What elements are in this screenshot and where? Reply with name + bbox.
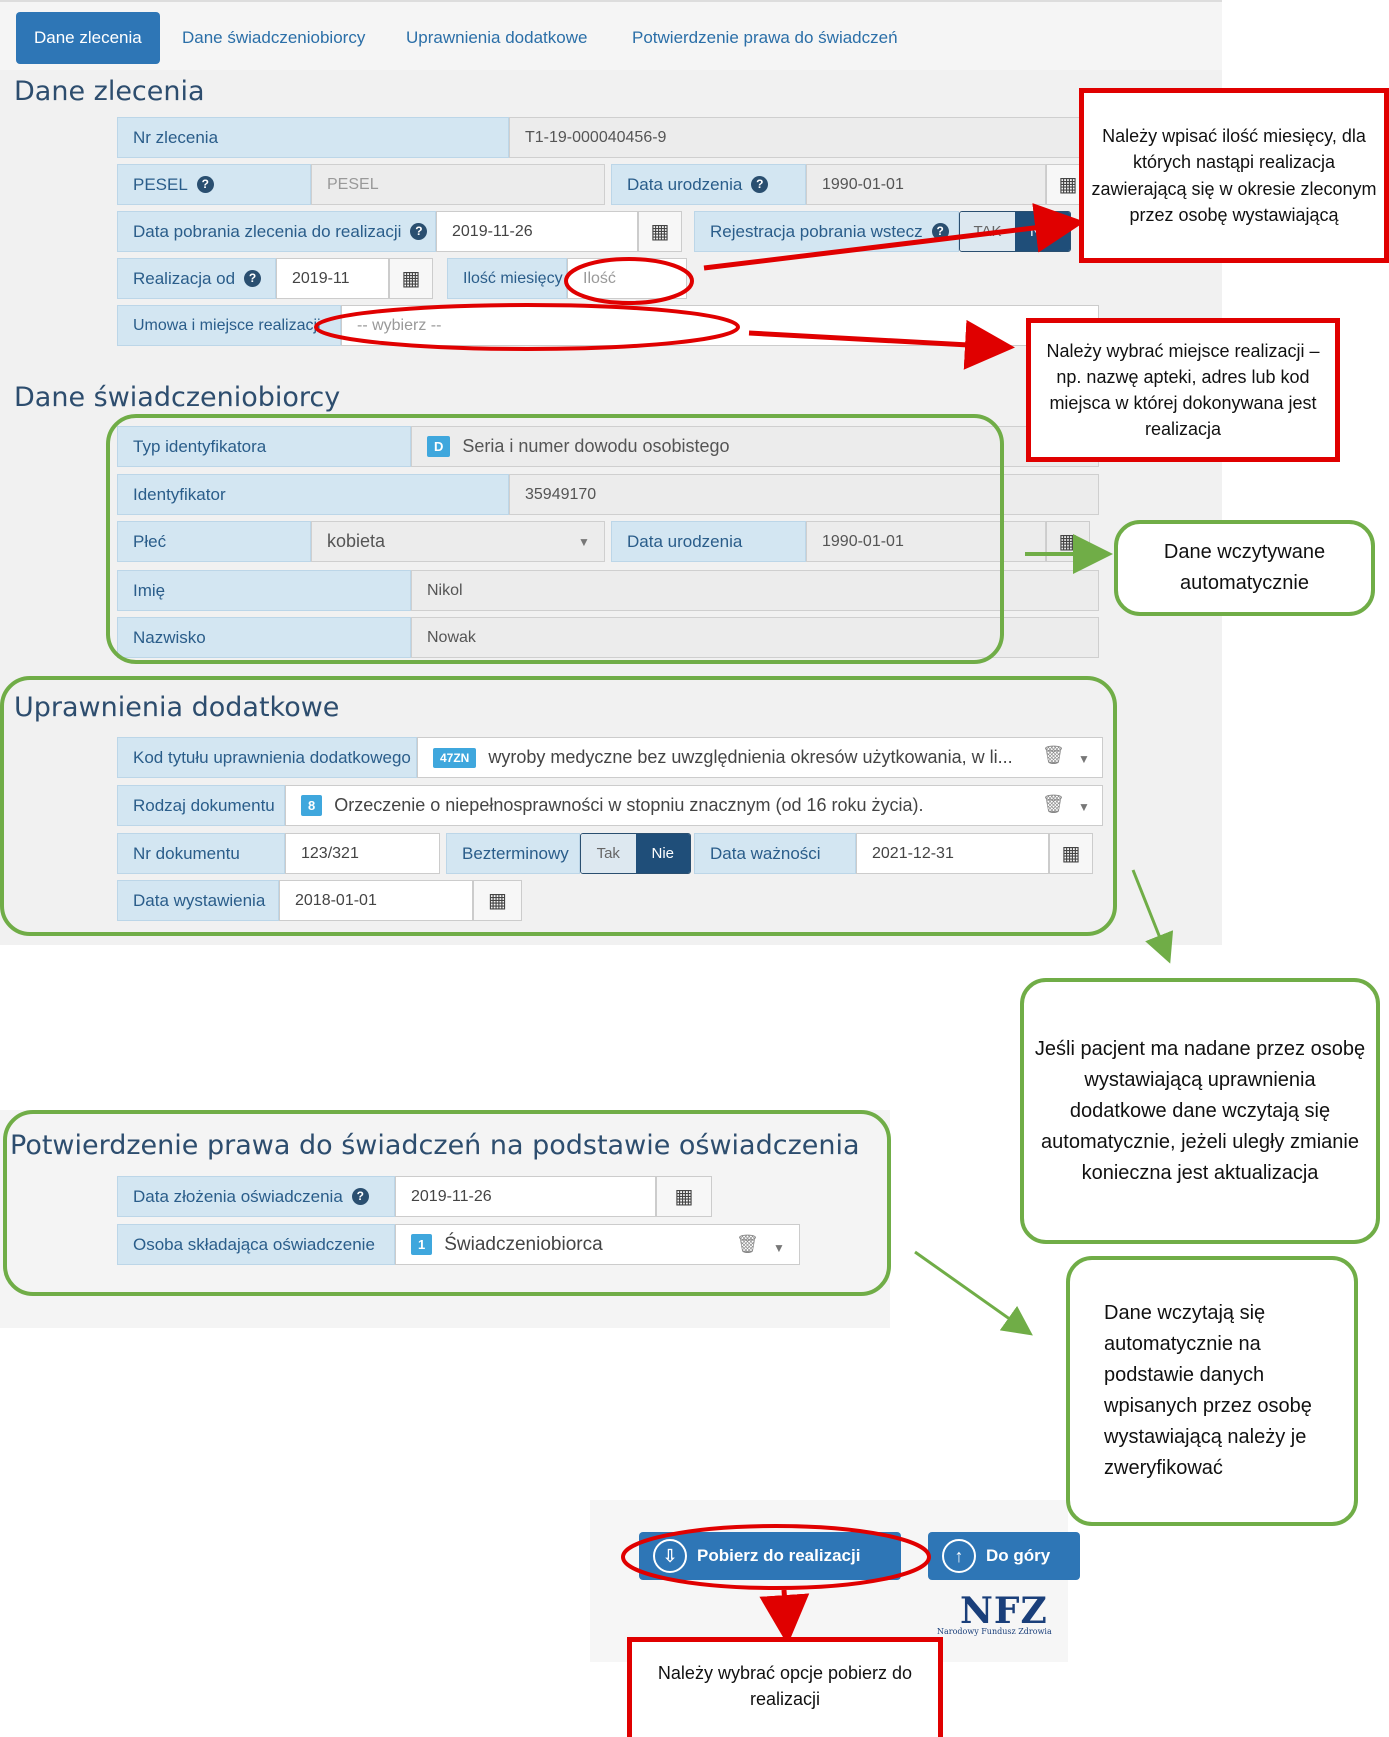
data-pobrania-label-text: Data pobrania zlecenia do realizacji <box>133 221 402 241</box>
help-icon[interactable]: ? <box>931 223 949 240</box>
pesel-placeholder: PESEL <box>327 175 379 193</box>
data-urodzenia-value: 1990-01-01 <box>806 164 1046 205</box>
note-pobierz: Należy wybrać opcje pobierz do realizacj… <box>627 1637 943 1737</box>
potwierdzenie-group-outline <box>3 1110 891 1296</box>
rejestracja-label: Rejestracja pobrania wstecz? <box>694 211 959 252</box>
do-gory-label: Do góry <box>986 1546 1051 1565</box>
arrow-weryfikacja <box>914 1250 1033 1336</box>
ilosc-placeholder: Ilość <box>583 269 616 287</box>
section-title-dane-zlecenia: Dane zlecenia <box>14 76 205 107</box>
ilosc-miesiecy-input[interactable]: Ilość <box>567 258 687 299</box>
pesel-label-text: PESEL <box>133 174 188 194</box>
section-title-swiadczeniobiorcy: Dane świadczeniobiorcy <box>14 382 341 413</box>
data-pobrania-input[interactable]: 2019-11-26 <box>436 211 638 252</box>
data-urodzenia-label: Data urodzenia? <box>611 164 806 205</box>
nfz-logo-subtitle: Narodowy Fundusz Zdrowia <box>937 1627 1052 1636</box>
note-miejsce: Należy wybrać miejsce realizacji – np. n… <box>1026 318 1340 462</box>
umowa-placeholder: -- wybierz -- <box>357 316 442 334</box>
rejestracja-label-text: Rejestracja pobrania wstecz <box>710 221 923 241</box>
umowa-select[interactable]: -- wybierz -- <box>341 305 1099 346</box>
nfz-logo: NFZ <box>960 1590 1048 1632</box>
auto-data-group-outline <box>106 414 1004 664</box>
calendar-icon[interactable]: ▦ <box>638 211 682 252</box>
note-weryfikacja: Dane wczytają się automatycznie na podst… <box>1066 1256 1358 1526</box>
pobierz-label: Pobierz do realizacji <box>697 1546 861 1565</box>
download-icon: ⇩ <box>653 1539 687 1573</box>
tab-dane-zlecenia[interactable]: Dane zlecenia <box>16 12 160 64</box>
realizacja-od-label: Realizacja od? <box>117 258 276 299</box>
note-ilosc: Należy wpisać ilość miesięcy, dla któryc… <box>1079 88 1389 263</box>
realizacja-od-input[interactable]: 2019-11 <box>276 258 389 299</box>
note-auto: Dane wczytywane automatycznie <box>1114 520 1375 616</box>
rejestracja-toggle[interactable]: TAK NIE <box>959 211 1071 252</box>
arrow-up-icon: ↑ <box>942 1539 976 1573</box>
tab-uprawnienia-dodatkowe[interactable]: Uprawnienia dodatkowe <box>388 12 605 64</box>
do-gory-button[interactable]: ↑ Do góry <box>928 1532 1080 1580</box>
realizacja-od-label-text: Realizacja od <box>133 268 236 288</box>
nr-zlecenia-value: T1-19-000040456-9 <box>509 117 1084 158</box>
uprawnienia-group-outline <box>0 676 1117 936</box>
help-icon[interactable]: ? <box>244 270 262 287</box>
ilosc-miesiecy-label: Ilość miesięcy <box>447 258 567 299</box>
pesel-label: PESEL? <box>117 164 311 205</box>
nr-zlecenia-label: Nr zlecenia <box>117 117 509 158</box>
toggle-nie[interactable]: NIE <box>1015 212 1070 251</box>
help-icon[interactable]: ? <box>196 176 214 193</box>
tab-bar: Dane zlecenia Dane świadczeniobiorcy Upr… <box>0 0 1222 70</box>
umowa-label: Umowa i miejsce realizacji <box>117 305 341 346</box>
help-icon[interactable]: ? <box>751 176 769 193</box>
pesel-input[interactable]: PESEL <box>311 164 605 205</box>
note-uprawnienia: Jeśli pacjent ma nadane przez osobę wyst… <box>1020 978 1380 1244</box>
calendar-icon: ▦ <box>1046 521 1090 562</box>
pobierz-do-realizacji-button[interactable]: ⇩ Pobierz do realizacji <box>639 1532 901 1580</box>
data-pobrania-label: Data pobrania zlecenia do realizacji? <box>117 211 436 252</box>
help-icon[interactable]: ? <box>410 223 428 240</box>
data-urodzenia-label-text: Data urodzenia <box>627 174 743 194</box>
toggle-tak[interactable]: TAK <box>960 212 1015 251</box>
tab-potwierdzenie[interactable]: Potwierdzenie prawa do świadczeń <box>614 12 916 64</box>
tab-dane-swiadczeniobiorcy[interactable]: Dane świadczeniobiorcy <box>164 12 383 64</box>
calendar-icon[interactable]: ▦ <box>389 258 433 299</box>
